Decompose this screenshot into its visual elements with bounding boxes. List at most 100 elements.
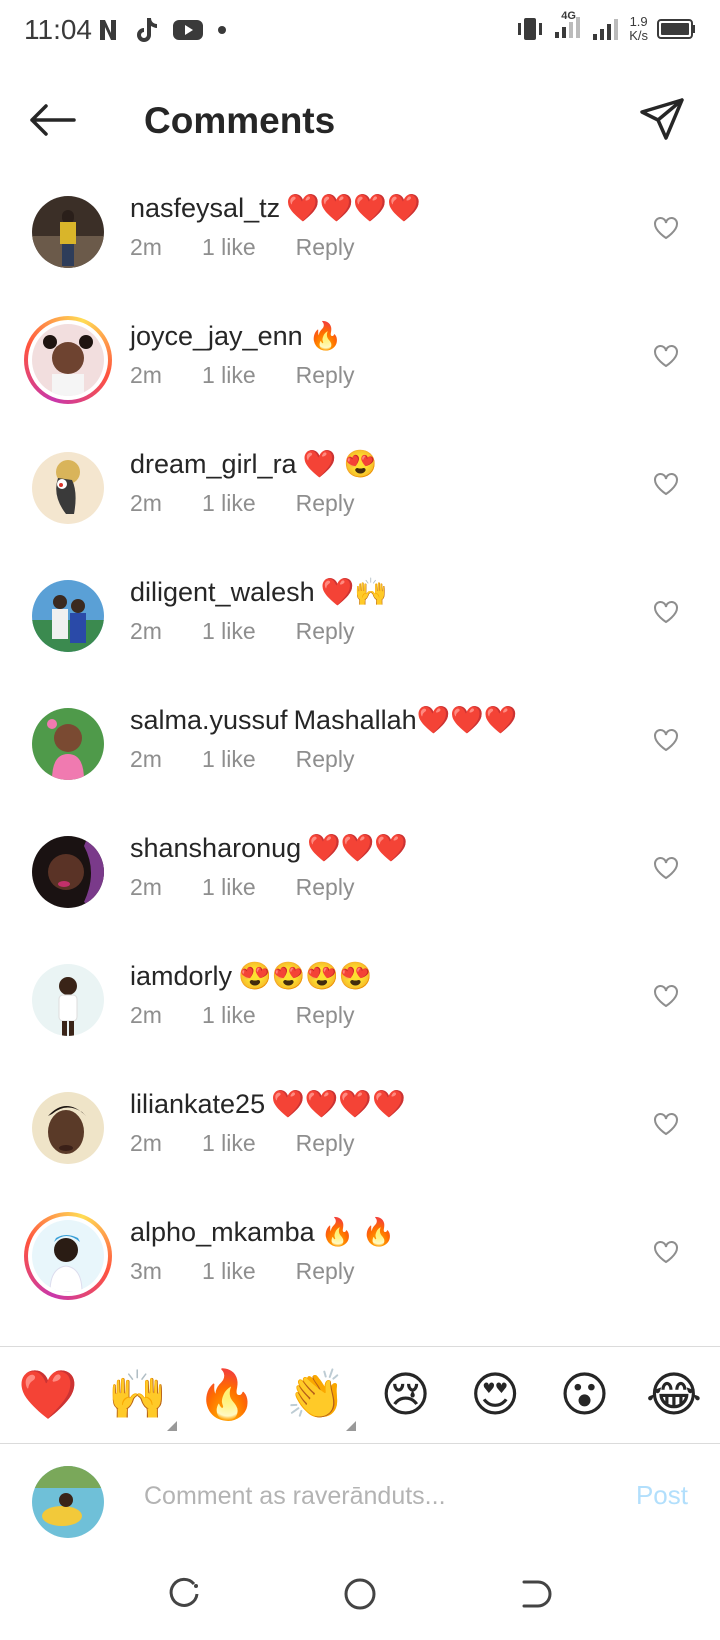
reply-button[interactable]: Reply: [296, 874, 355, 901]
comment-item: salma.yussuf Mashallah❤️❤️❤️ 2m 1 like Re…: [0, 682, 720, 810]
comment-text: nasfeysal_tz ❤️❤️❤️❤️: [130, 190, 630, 226]
comment-meta: 2m 1 like Reply: [130, 234, 630, 261]
comment-item: liliankate25 ❤️❤️❤️❤️ 2m 1 like Reply: [0, 1066, 720, 1194]
heart-outline-icon: [654, 985, 678, 1008]
comment-meta: 2m 1 like Reply: [130, 362, 630, 389]
comment-username[interactable]: alpho_mkamba: [130, 1217, 315, 1247]
comment-meta: 2m 1 like Reply: [130, 746, 630, 773]
comment-username[interactable]: diligent_walesh: [130, 577, 315, 607]
comment-time: 3m: [130, 1258, 162, 1284]
reply-button[interactable]: Reply: [296, 1130, 355, 1157]
comment-username[interactable]: dream_girl_ra: [130, 449, 297, 479]
reply-button[interactable]: Reply: [296, 234, 355, 261]
skin-tone-corner-icon: [346, 1421, 357, 1431]
like-button[interactable]: [652, 854, 680, 882]
like-button[interactable]: [652, 982, 680, 1010]
netflix-icon: [100, 20, 116, 40]
comment-message: ❤️🙌: [320, 577, 388, 607]
avatar-image: [32, 196, 104, 268]
avatar[interactable]: [24, 700, 112, 788]
like-button[interactable]: [652, 1238, 680, 1266]
recents-icon: [169, 1577, 199, 1607]
emoji-fire-button[interactable]: 🔥: [197, 1365, 257, 1425]
comment-likes[interactable]: 1 like: [202, 1258, 256, 1285]
avatar[interactable]: [24, 572, 112, 660]
comment-likes[interactable]: 1 like: [202, 490, 256, 517]
comment-meta: 2m 1 like Reply: [130, 490, 630, 517]
comment-meta: 2m 1 like Reply: [130, 618, 630, 645]
avatar[interactable]: [24, 188, 112, 276]
comment-username[interactable]: joyce_jay_enn: [130, 321, 303, 351]
avatar[interactable]: [24, 828, 112, 916]
avatar[interactable]: [24, 444, 112, 532]
avatar-image: [32, 708, 104, 780]
comment-composer: Post: [0, 1446, 720, 1546]
comment-likes[interactable]: 1 like: [202, 874, 256, 901]
home-button[interactable]: [336, 1570, 384, 1618]
reply-button[interactable]: Reply: [296, 618, 355, 645]
like-button[interactable]: [652, 342, 680, 370]
signal-icon-2: [593, 19, 619, 40]
comment-likes[interactable]: 1 like: [202, 362, 256, 389]
comment-time: 2m: [130, 618, 162, 644]
like-button[interactable]: [652, 1110, 680, 1138]
comment-likes[interactable]: 1 like: [202, 618, 256, 645]
emoji-raised-hands: 🙌: [107, 1367, 168, 1423]
emoji-heart-button[interactable]: ❤️: [18, 1365, 78, 1425]
emoji-surprised-button[interactable]: 😮: [555, 1365, 615, 1425]
back-button[interactable]: [28, 98, 80, 142]
heart-outline-icon: [654, 857, 678, 880]
reply-button[interactable]: Reply: [296, 362, 355, 389]
heart-outline-icon: [654, 1241, 678, 1264]
comment-likes[interactable]: 1 like: [202, 234, 256, 261]
emoji-heart-eyes-button[interactable]: 😍: [465, 1365, 525, 1425]
comment-username[interactable]: salma.yussuf: [130, 705, 288, 735]
network-speed-value: 1.9: [629, 14, 648, 29]
comment-message: Mashallah❤️❤️❤️: [293, 705, 518, 735]
reply-button[interactable]: Reply: [296, 1002, 355, 1029]
avatar-story-ring[interactable]: [24, 1212, 112, 1300]
like-button[interactable]: [652, 470, 680, 498]
comment-item: shansharonug ❤️❤️❤️ 2m 1 like Reply: [0, 810, 720, 938]
comment-message: ❤️❤️❤️: [307, 833, 408, 863]
like-button[interactable]: [652, 598, 680, 626]
comment-body: shansharonug ❤️❤️❤️ 2m 1 like Reply: [130, 830, 630, 901]
emoji-crying-button[interactable]: 😢: [376, 1365, 436, 1425]
avatar[interactable]: [24, 956, 112, 1044]
comment-username[interactable]: nasfeysal_tz: [130, 193, 280, 223]
comment-message: 😍😍😍😍: [238, 961, 373, 991]
back-nav-button[interactable]: [510, 1570, 558, 1618]
post-button[interactable]: Post: [636, 1480, 688, 1511]
reply-button[interactable]: Reply: [296, 746, 355, 773]
header: Comments: [0, 80, 720, 162]
avatar[interactable]: [24, 1084, 112, 1172]
emoji-raised-hands-button[interactable]: 🙌: [107, 1365, 178, 1431]
reply-button[interactable]: Reply: [296, 1258, 355, 1285]
status-time: 11:04: [24, 14, 92, 45]
reply-button[interactable]: Reply: [296, 490, 355, 517]
like-button[interactable]: [652, 726, 680, 754]
comment-likes[interactable]: 1 like: [202, 1002, 256, 1029]
comment-username[interactable]: shansharonug: [130, 833, 301, 863]
comment-username[interactable]: liliankate25: [130, 1089, 265, 1119]
share-button[interactable]: [638, 96, 686, 144]
tiktok-icon: [137, 18, 157, 42]
emoji-clap-button[interactable]: 👏: [286, 1365, 357, 1431]
avatar-image: [32, 964, 104, 1036]
comment-input[interactable]: [144, 1476, 584, 1516]
emoji-laughing-button[interactable]: 😂: [644, 1365, 704, 1425]
heart-outline-icon: [654, 217, 678, 240]
comment-likes[interactable]: 1 like: [202, 1130, 256, 1157]
like-button[interactable]: [652, 214, 680, 242]
avatar-story-ring[interactable]: [24, 316, 112, 404]
battery-icon: [657, 19, 695, 39]
comment-likes[interactable]: 1 like: [202, 746, 256, 773]
vibrate-icon: [518, 18, 543, 40]
recents-button[interactable]: [160, 1570, 208, 1618]
comment-username[interactable]: iamdorly: [130, 961, 232, 991]
home-circle-icon: [344, 1578, 376, 1610]
heart-outline-icon: [654, 601, 678, 624]
comment-text: shansharonug ❤️❤️❤️: [130, 830, 630, 866]
comment-item: diligent_walesh ❤️🙌 2m 1 like Reply: [0, 554, 720, 682]
comment-time: 2m: [130, 746, 162, 772]
